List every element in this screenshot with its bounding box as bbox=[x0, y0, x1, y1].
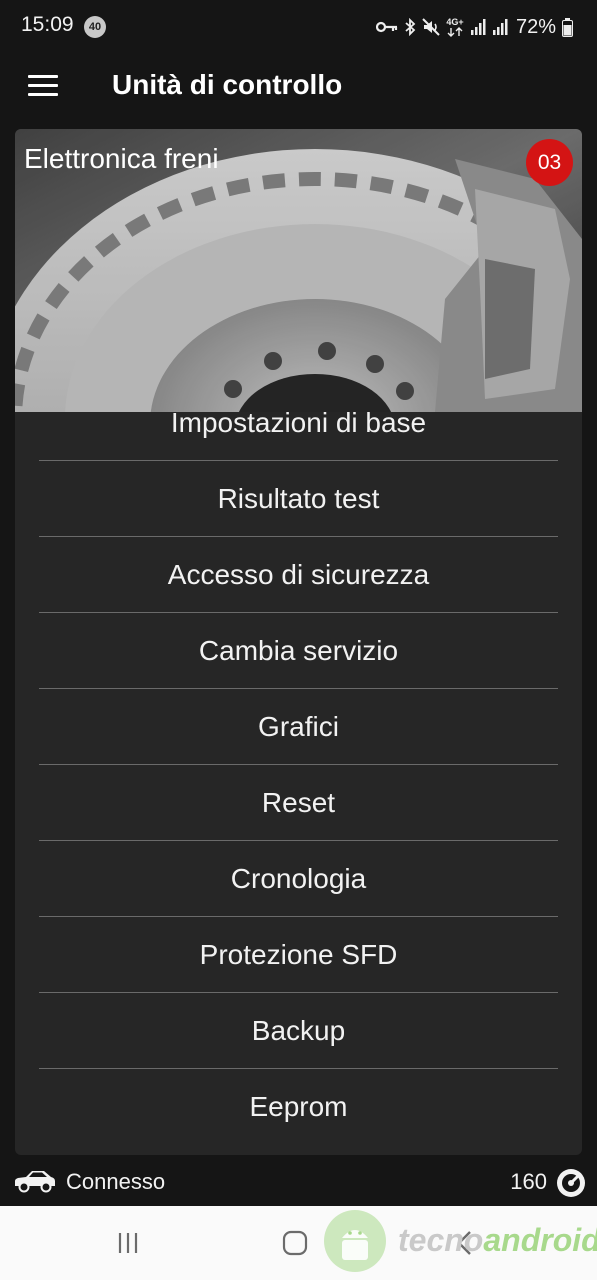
module-address-badge: 03 bbox=[526, 139, 573, 186]
notification-count-badge: 40 bbox=[84, 16, 106, 38]
home-icon bbox=[282, 1230, 308, 1256]
menu-item-reset[interactable]: Reset bbox=[15, 765, 582, 841]
connection-status-bar: Connesso 160 bbox=[0, 1160, 597, 1204]
signal-strength-2-icon bbox=[492, 19, 508, 35]
menu-item-change-service[interactable]: Cambia servizio bbox=[15, 613, 582, 689]
car-icon bbox=[15, 1171, 55, 1193]
menu-item-label: Protezione SFD bbox=[199, 939, 398, 970]
signal-strength-icon bbox=[470, 19, 486, 35]
menu-item-basic-settings[interactable]: Impostazioni di base bbox=[15, 385, 582, 461]
menu-item-backup[interactable]: Backup bbox=[15, 993, 582, 1069]
menu-item-label: Grafici bbox=[258, 711, 339, 742]
menu-item-security-access[interactable]: Accesso di sicurezza bbox=[15, 537, 582, 613]
counter-value: 160 bbox=[510, 1169, 547, 1194]
android-logo-icon bbox=[324, 1210, 386, 1272]
menu-item-label: Eeprom bbox=[249, 1091, 348, 1122]
menu-item-label: Cronologia bbox=[230, 863, 367, 894]
menu-item-label: Impostazioni di base bbox=[170, 407, 427, 438]
vpn-key-icon bbox=[375, 21, 398, 33]
gauge-icon bbox=[557, 1169, 585, 1197]
menu-item-label: Risultato test bbox=[217, 483, 380, 514]
battery-icon bbox=[562, 17, 573, 37]
function-menu-list: Impostazioni di base Risultato test Acce… bbox=[15, 385, 582, 1145]
battery-percentage: 72% bbox=[515, 15, 556, 38]
hamburger-menu-icon[interactable] bbox=[28, 75, 58, 99]
app-bar: Unità di controllo bbox=[0, 54, 597, 124]
data-arrows-icon bbox=[447, 26, 463, 37]
menu-item-label: Cambia servizio bbox=[198, 635, 399, 666]
menu-item-label: Backup bbox=[251, 1015, 346, 1046]
status-icons: 4G+ 72% bbox=[375, 13, 573, 41]
menu-item-test-result[interactable]: Risultato test bbox=[15, 461, 582, 537]
network-type-indicator: 4G+ bbox=[446, 17, 464, 37]
page-title: Unità di controllo bbox=[112, 69, 343, 100]
tecnoandroid-watermark: tecnoandroid bbox=[322, 1208, 597, 1274]
brake-disc-image: Elettronica freni 03 bbox=[15, 129, 582, 412]
control-unit-card: Elettronica freni 03 Impostazioni di bas… bbox=[15, 129, 582, 1155]
recent-apps-icon bbox=[118, 1233, 138, 1253]
connection-status: Connesso bbox=[66, 1169, 166, 1194]
watermark-text: tecnoandroid bbox=[398, 1222, 597, 1258]
status-time: 15:09 bbox=[21, 13, 74, 36]
menu-item-eeprom[interactable]: Eeprom bbox=[15, 1069, 582, 1145]
recent-apps-button[interactable] bbox=[88, 1206, 168, 1280]
mute-icon bbox=[422, 18, 440, 36]
menu-item-label: Accesso di sicurezza bbox=[167, 559, 430, 590]
module-name: Elettronica freni bbox=[24, 143, 219, 174]
status-bar: 15:09 40 4G+ 72% bbox=[0, 0, 597, 54]
menu-item-history[interactable]: Cronologia bbox=[15, 841, 582, 917]
menu-item-label: Reset bbox=[261, 787, 336, 818]
menu-item-graphs[interactable]: Grafici bbox=[15, 689, 582, 765]
menu-item-sfd-protection[interactable]: Protezione SFD bbox=[15, 917, 582, 993]
bluetooth-icon bbox=[405, 18, 416, 36]
system-navigation-bar: tecnoandroid bbox=[0, 1206, 597, 1280]
